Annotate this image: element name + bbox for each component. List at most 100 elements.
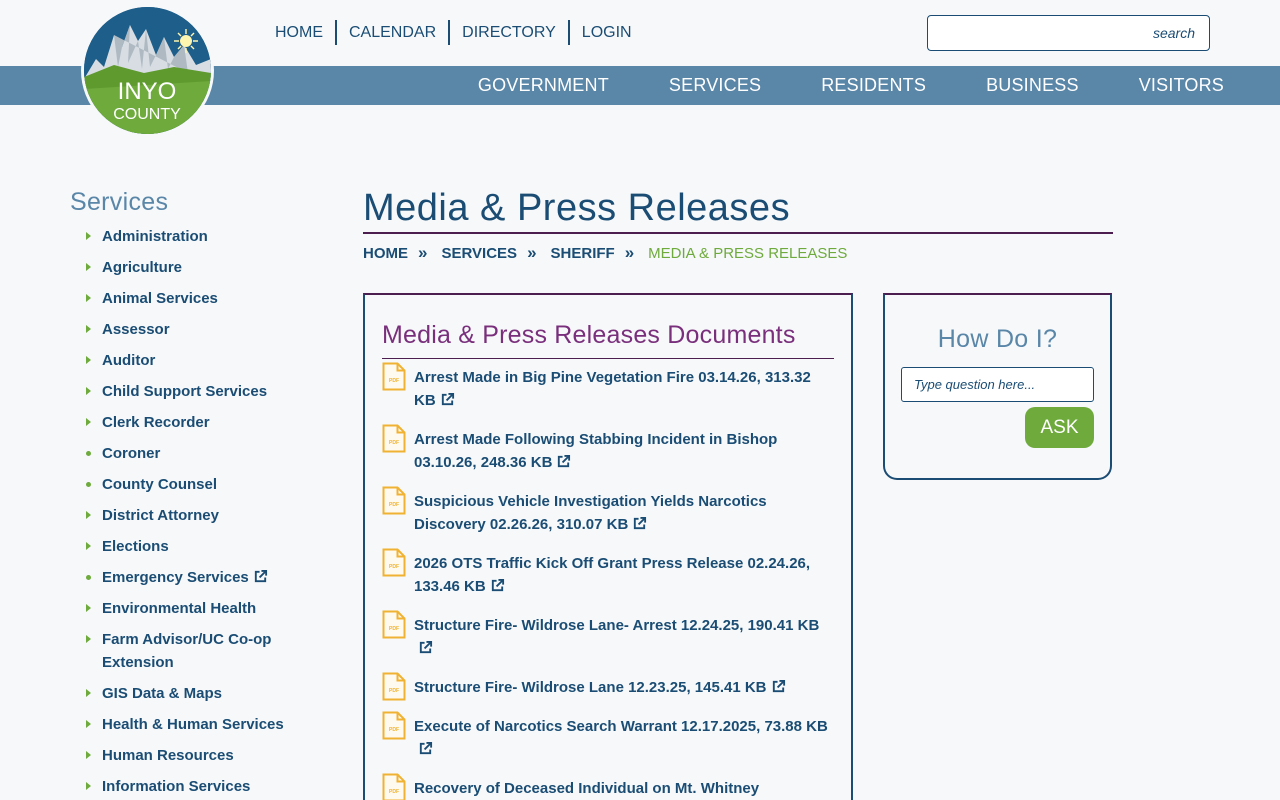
document-item[interactable]: PDF Suspicious Vehicle Investigation Yiel… [382,486,834,536]
main-nav-government[interactable]: GOVERNMENT [478,66,609,105]
how-do-i-title: How Do I? [937,325,1058,353]
sidebar-item-label: Emergency Services [102,569,249,586]
bullet-triangle-icon [85,775,95,798]
svg-text:PDF: PDF [389,440,399,446]
sidebar-item[interactable]: Agriculture [70,256,320,279]
sidebar-item-label: Assessor [102,321,170,338]
svg-text:PDF: PDF [389,378,399,384]
main-nav-residents[interactable]: RESIDENTS [821,66,926,105]
utility-link-login[interactable]: LOGIN [567,20,644,45]
sidebar-item-label: Human Resources [102,747,234,764]
sidebar-item-label: Coroner [102,445,161,462]
pdf-file-icon: PDF [382,711,406,740]
pdf-file-icon: PDF [382,672,406,701]
sidebar-item-label: Animal Services [102,290,218,307]
document-link[interactable]: Structure Fire- Wildrose Lane 12.23.25, … [414,679,767,696]
site-search [927,15,1210,51]
search-input[interactable] [928,16,1209,50]
double-chevron-icon: » [624,243,635,262]
document-link[interactable]: Arrest Made in Big Pine Vegetation Fire … [414,369,811,409]
logo-inyo-text: INYO [118,78,177,105]
breadcrumb-services[interactable]: SERVICES [441,245,517,262]
documents-panel: Media & Press Releases Documents PDF Arre… [363,293,853,800]
bullet-triangle-icon [85,411,95,434]
breadcrumb-home[interactable]: HOME [363,245,408,262]
sidebar-item[interactable]: Elections [70,535,320,558]
bullet-triangle-icon [85,535,95,558]
sidebar-item[interactable]: Information Services [70,775,320,798]
bullet-triangle-icon [85,318,95,341]
document-link[interactable]: Arrest Made Following Stabbing Incident … [414,431,777,471]
document-item[interactable]: PDF Arrest Made Following Stabbing Incide… [382,424,834,474]
breadcrumb-sheriff[interactable]: SHERIFF [551,245,615,262]
svg-text:PDF: PDF [389,789,399,795]
bullet-triangle-icon [85,744,95,767]
utility-link-home[interactable]: HOME [263,20,335,45]
svg-text:PDF: PDF [389,564,399,570]
sidebar-item[interactable]: County Counsel [70,473,320,496]
sidebar-item-label: Child Support Services [102,383,268,400]
sidebar-item[interactable]: Coroner [70,442,320,465]
how-do-i-widget: How Do I? ASK [883,293,1112,480]
sidebar-item[interactable]: Assessor [70,318,320,341]
documents-list: PDF Arrest Made in Big Pine Vegetation Fi… [382,362,834,800]
utility-link-directory[interactable]: DIRECTORY [448,20,568,45]
sidebar-item-label: GIS Data & Maps [102,685,223,702]
bullet-triangle-icon [85,504,95,527]
bullet-dot-icon [85,566,95,589]
bullet-triangle-icon [85,628,95,651]
pdf-file-icon: PDF [382,424,406,453]
pdf-file-icon: PDF [382,548,406,577]
sidebar-item-label: Environmental Health [102,600,257,617]
sidebar-item-label: District Attorney [102,507,219,524]
document-link[interactable]: Structure Fire- Wildrose Lane- Arrest 12… [414,617,819,634]
bullet-triangle-icon [85,682,95,705]
sidebar-item-label: Clerk Recorder [102,414,210,431]
sidebar-item[interactable]: GIS Data & Maps [70,682,320,705]
document-item[interactable]: PDF Structure Fire- Wildrose Lane- Arrest… [382,610,834,660]
documents-title: Media & Press Releases Documents [382,321,834,359]
sidebar-item[interactable]: Farm Advisor/UC Co-op Extension [70,628,320,674]
sidebar-item[interactable]: Human Resources [70,744,320,767]
document-link[interactable]: Recovery of Deceased Individual on Mt. W… [414,780,759,797]
sidebar-item[interactable]: Auditor [70,349,320,372]
ask-button[interactable]: ASK [1025,407,1094,448]
document-item[interactable]: PDF Execute of Narcotics Search Warrant 1… [382,711,834,761]
sidebar-item[interactable]: Environmental Health [70,597,320,620]
external-link-icon [441,392,454,406]
sidebar-item[interactable]: Clerk Recorder [70,411,320,434]
pdf-file-icon: PDF [382,486,406,515]
sidebar-item[interactable]: Emergency Services [70,566,320,589]
mountain-logo-icon: INYO COUNTY [84,7,211,134]
document-item[interactable]: PDF Structure Fire- Wildrose Lane 12.23.2… [382,672,834,701]
sidebar-item[interactable]: Child Support Services [70,380,320,403]
document-item[interactable]: PDF Recovery of Deceased Individual on Mt… [382,773,834,800]
document-link[interactable]: 2026 OTS Traffic Kick Off Grant Press Re… [414,555,810,595]
sidebar-item[interactable]: Animal Services [70,287,320,310]
utility-link-calendar[interactable]: CALENDAR [335,20,448,45]
document-item[interactable]: PDF Arrest Made in Big Pine Vegetation Fi… [382,362,834,412]
main-nav-services[interactable]: SERVICES [669,66,761,105]
document-item[interactable]: PDF 2026 OTS Traffic Kick Off Grant Press… [382,548,834,598]
sidebar-item[interactable]: District Attorney [70,504,320,527]
pdf-file-icon: PDF [382,610,406,639]
external-link-icon [558,454,571,468]
main-nav-business[interactable]: BUSINESS [986,66,1079,105]
county-logo[interactable]: INYO COUNTY [81,4,214,137]
main-nav-visitors[interactable]: VISITORS [1139,66,1224,105]
sidebar-item-label: Farm Advisor/UC Co-op Extension [102,631,272,671]
sidebar-list: Administration Agriculture Animal Services… [70,225,320,798]
sidebar-item[interactable]: Health & Human Services [70,713,320,736]
sidebar-item-label: Agriculture [102,259,183,276]
breadcrumb: HOME » SERVICES » SHERIFF » MEDIA & PRES… [363,243,847,262]
external-link-icon [419,741,433,755]
sidebar-item[interactable]: Administration [70,225,320,248]
document-link[interactable]: Suspicious Vehicle Investigation Yields … [414,493,767,533]
svg-text:PDF: PDF [389,727,399,733]
question-input[interactable] [901,367,1094,402]
external-link-icon [491,578,504,592]
document-link[interactable]: Execute of Narcotics Search Warrant 12.1… [414,718,828,735]
bullet-triangle-icon [85,256,95,279]
bullet-triangle-icon [85,713,95,736]
bullet-dot-icon [85,473,95,496]
